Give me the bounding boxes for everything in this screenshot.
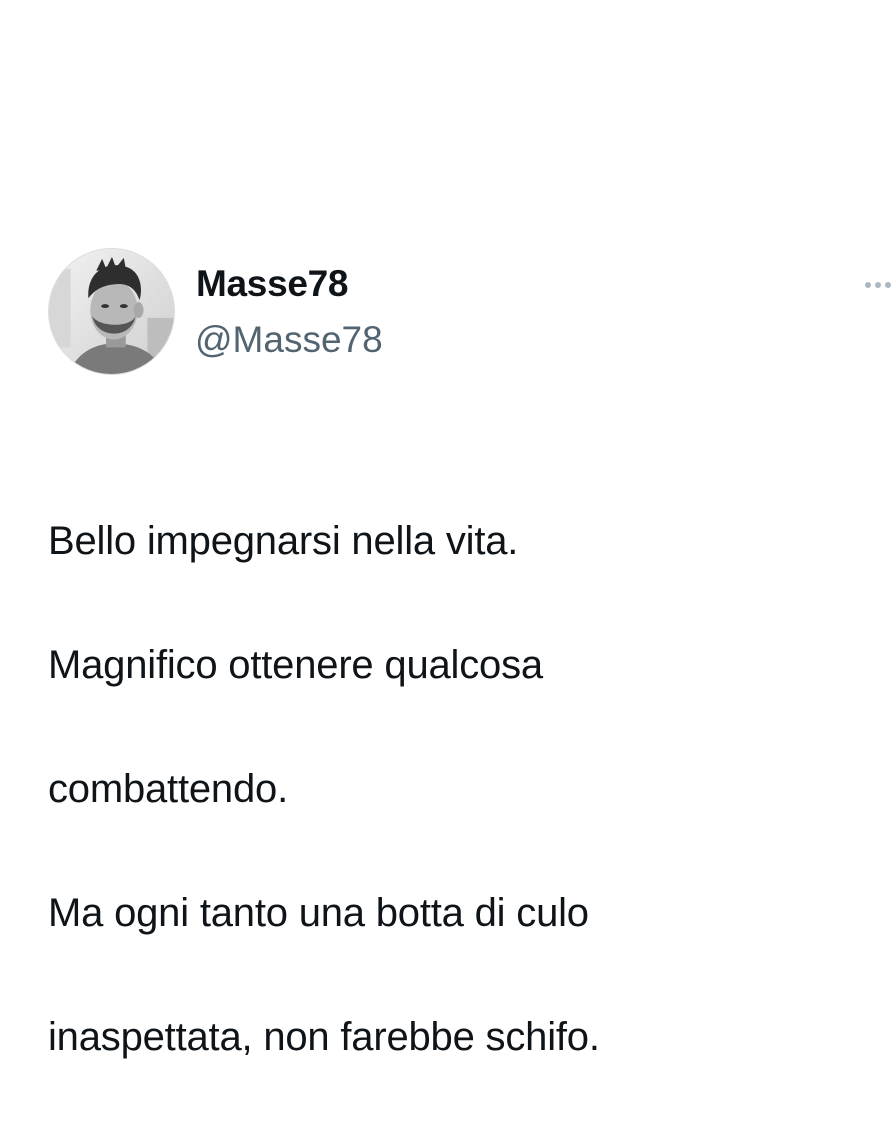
user-handle[interactable]: @Masse78 (195, 318, 383, 362)
profile-photo (49, 249, 174, 374)
tweet-text-line: inaspettata, non farebbe schifo. (48, 1015, 600, 1059)
more-options-button[interactable] (858, 270, 893, 300)
more-options-icon (865, 282, 891, 288)
avatar[interactable] (48, 248, 175, 375)
tweet-text-line: Ma ogni tanto una botta di culo (48, 891, 589, 935)
display-name[interactable]: Masse78 (196, 262, 348, 306)
tweet-text-line: combattendo. (48, 767, 288, 811)
tweet-text: Bello impegnarsi nella vita. Magnifico o… (48, 448, 848, 1130)
tweet-text-line: Magnifico ottenere qualcosa (48, 643, 543, 687)
tweet-text-line: Bello impegnarsi nella vita. (48, 519, 519, 563)
